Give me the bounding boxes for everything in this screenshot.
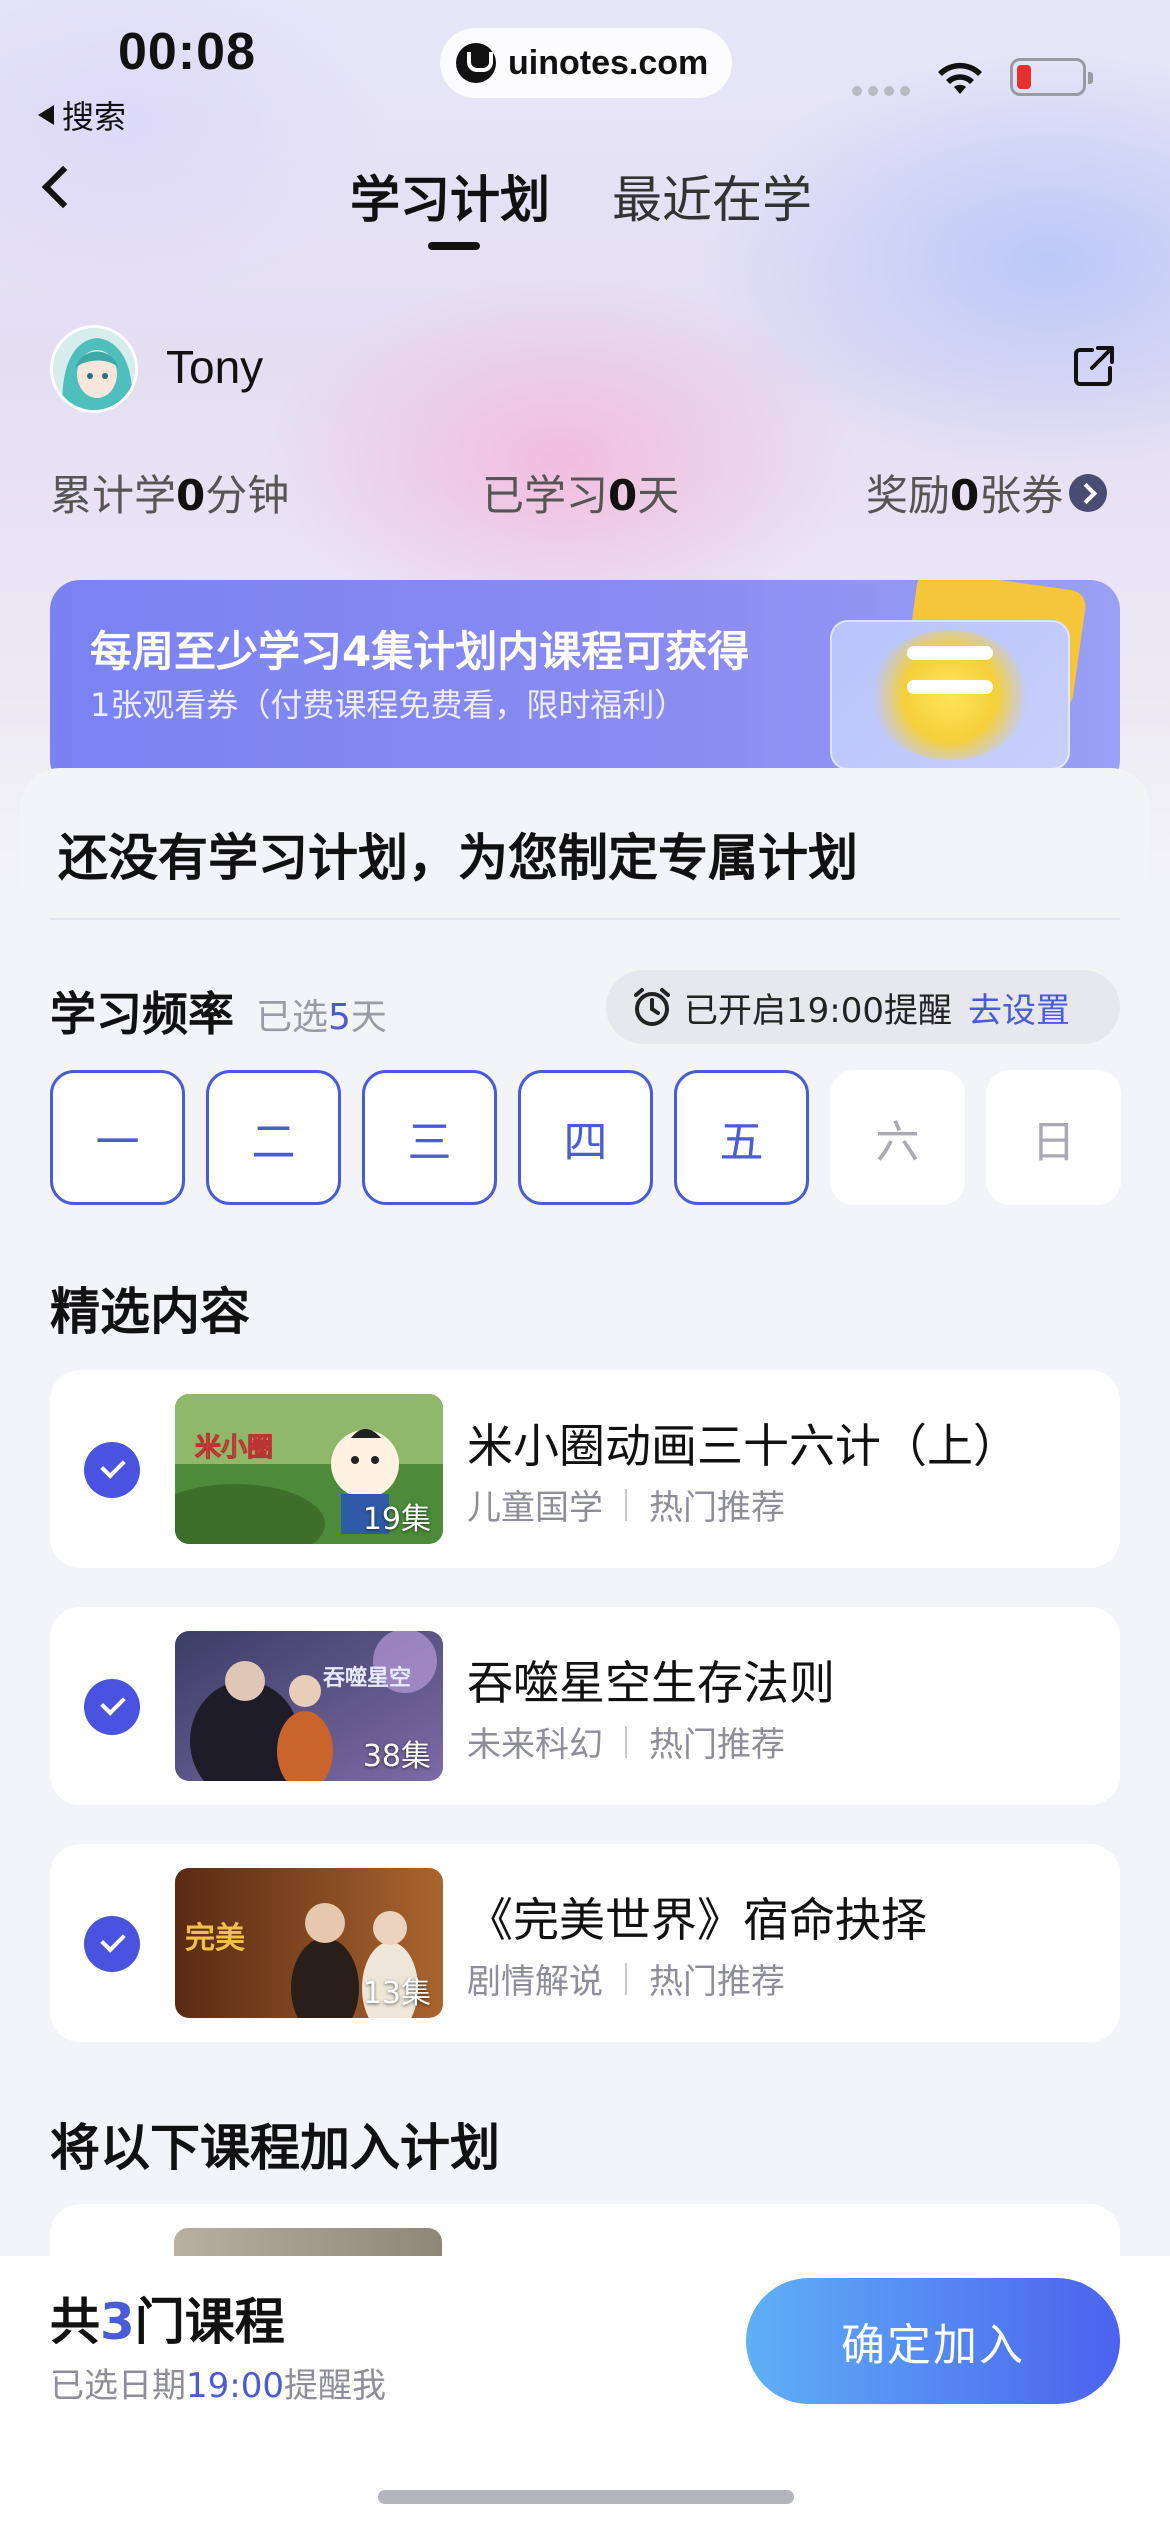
battery-icon [1010,58,1093,96]
course-tags: 儿童国学 热门推荐 [467,1488,785,1528]
wifi-icon [938,62,982,94]
back-to-app[interactable]: 搜索 [38,92,126,138]
course-card[interactable]: 吞噬星空 38集 吞噬星空生存法则 未来科幻 热门推荐 [50,1607,1120,1805]
course-thumbnail: 米小圈 19集 [175,1394,443,1544]
back-triangle-icon [38,105,54,125]
cellular-signal-icon [852,86,910,96]
day-wed-button[interactable]: 三 [362,1070,497,1205]
add-courses-heading: 将以下课程加入计划 [50,2119,500,2177]
username: Tony [166,341,264,393]
svg-text:完美: 完美 [185,1921,245,1956]
day-sat-button[interactable]: 六 [830,1070,965,1205]
back-app-label: 搜索 [62,98,127,136]
divider [50,918,1120,920]
url-pill: uinotes.com [440,28,732,98]
day-tue-button[interactable]: 二 [206,1070,341,1205]
course-title: 吞噬星空生存法则 [467,1656,835,1710]
reminder-pill[interactable]: 已开启19:00提醒 去设置 [606,970,1120,1044]
episode-count: 19集 [362,1502,431,1537]
plan-heading: 还没有学习计划，为您制定专属计划 [58,829,858,887]
day-mon-button[interactable]: 一 [50,1070,185,1205]
reminder-settings-link[interactable]: 去设置 [968,983,1070,1032]
day-fri-button[interactable]: 五 [674,1070,809,1205]
active-tab-indicator [428,242,480,250]
banner-title: 每周至少学习4集计划内课程可获得 [90,627,750,676]
course-tags: 未来科幻 热门推荐 [467,1725,785,1765]
stat-days-studied: 已学习0天 [482,471,680,520]
featured-heading: 精选内容 [50,1283,250,1341]
course-title: 《完美世界》宿命抉择 [467,1893,927,1947]
course-title: 米小圈动画三十六计（上） [467,1419,1019,1473]
tab-study-plan[interactable]: 学习计划 [350,160,550,232]
stat-total-minutes: 累计学0分钟 [50,471,290,520]
reward-banner[interactable]: 每周至少学习4集计划内课程可获得 1张观看券（付费课程免费看，限时福利） [50,580,1120,790]
course-tags: 剧情解说 热门推荐 [467,1962,785,2002]
episode-count: 13集 [362,1976,431,2011]
day-thu-button[interactable]: 四 [518,1070,653,1205]
course-thumbnail: 吞噬星空 38集 [175,1631,443,1781]
checkmark-icon[interactable] [84,1442,140,1498]
chevron-right-icon [1069,473,1108,512]
course-thumbnail: 完美 13集 [175,1868,443,2018]
checkmark-icon[interactable] [84,1916,140,1972]
confirm-add-button[interactable]: 确定加入 [746,2278,1120,2404]
home-indicator[interactable] [378,2490,794,2504]
checkmark-icon[interactable] [84,1679,140,1735]
stat-reward-coupons[interactable]: 奖励0张券 [866,462,1108,523]
reminder-text: 已开启19:00提醒 [684,990,952,1031]
frequency-label: 学习频率 [50,987,234,1041]
frequency-selected-count: 已选5天 [256,997,387,1038]
share-external-icon[interactable] [1072,344,1116,388]
uinotes-logo-icon [456,43,496,83]
alarm-clock-icon [634,988,670,1026]
total-courses: 共3门课程 [50,2293,285,2351]
status-time: 00:08 [118,23,256,81]
banner-subtitle: 1张观看券（付费课程免费看，限时福利） [90,686,687,724]
svg-text:吞噬星空: 吞噬星空 [323,1665,411,1691]
avatar[interactable] [50,325,138,413]
episode-count: 38集 [362,1739,431,1774]
day-sun-button[interactable]: 日 [986,1070,1121,1205]
reminder-summary: 已选日期19:00提醒我 [50,2366,386,2406]
svg-text:米小圈: 米小圈 [195,1433,273,1463]
course-card[interactable]: 米小圈 19集 米小圈动画三十六计（上） 儿童国学 热门推荐 [50,1370,1120,1568]
course-card[interactable]: 完美 13集 《完美世界》宿命抉择 剧情解说 热门推荐 [50,1844,1120,2042]
url-text: uinotes.com [508,43,709,82]
tab-recent-study[interactable]: 最近在学 [612,160,812,232]
